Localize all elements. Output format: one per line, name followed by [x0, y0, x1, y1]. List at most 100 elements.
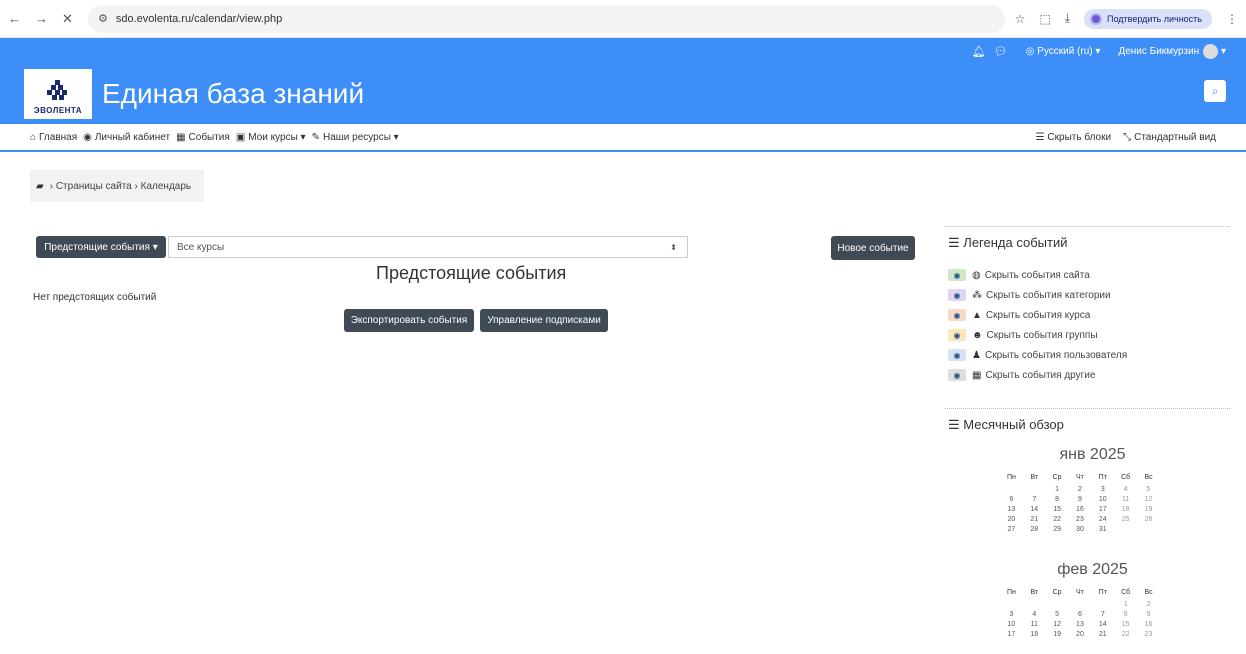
calendar-day[interactable]: 9 [1069, 494, 1092, 504]
menu-item-my-courses[interactable]: ▣ Мои курсы ▾ [236, 132, 306, 143]
calendar-day[interactable]: 3 [1091, 484, 1114, 494]
bookmark-star-icon[interactable]: ☆ [1015, 12, 1026, 26]
breadcrumb-calendar[interactable]: Календарь [141, 181, 191, 192]
export-events-button[interactable]: Экспортировать события [344, 309, 474, 332]
calendar-day[interactable]: 17 [1091, 504, 1114, 514]
calendar-day[interactable]: 12 [1137, 494, 1160, 504]
month-name[interactable]: фев 2025 [1015, 561, 1170, 579]
calendar-day[interactable]: 23 [1137, 629, 1160, 639]
eye-icon[interactable]: ◉ [948, 329, 966, 341]
calendar-day[interactable]: 31 [1091, 524, 1114, 534]
calendar-day[interactable]: 21 [1091, 629, 1114, 639]
site-info-icon[interactable]: ⚙ [98, 12, 108, 25]
calendar-day[interactable]: 24 [1091, 514, 1114, 524]
calendar-day[interactable]: 22 [1046, 514, 1069, 524]
calendar-day[interactable]: 30 [1069, 524, 1092, 534]
calendar-day[interactable]: 6 [1069, 609, 1092, 619]
eye-icon[interactable]: ◉ [948, 369, 966, 381]
forward-icon[interactable]: → [35, 11, 48, 27]
site-logo[interactable]: ЭВОЛЕНТА [24, 69, 92, 119]
calendar-day[interactable]: 15 [1114, 619, 1137, 629]
legend-item-user[interactable]: ◉ ♟ Скрыть события пользователя [948, 345, 1230, 365]
eye-icon[interactable]: ◉ [948, 269, 966, 281]
calendar-day[interactable]: 14 [1023, 504, 1046, 514]
calendar-day[interactable]: 29 [1046, 524, 1069, 534]
calendar-day[interactable]: 6 [1000, 494, 1023, 504]
calendar-day[interactable]: 3 [1000, 609, 1023, 619]
calendar-day[interactable]: 17 [1000, 629, 1023, 639]
calendar-day[interactable]: 18 [1114, 504, 1137, 514]
calendar-days: 1 2 3 4 5 6 7 8 9 10 11 12 13 14 15 16 17 18 19 20 21 22 23 [1000, 599, 1160, 639]
stop-icon[interactable]: ✕ [62, 11, 73, 27]
address-bar[interactable]: ⚙ sdo.evolenta.ru/calendar/view.php [88, 4, 1005, 33]
calendar-day[interactable]: 12 [1046, 619, 1069, 629]
calendar-day[interactable]: 19 [1046, 629, 1069, 639]
legend-item-course[interactable]: ◉ ▲ Скрыть события курса [948, 305, 1230, 325]
calendar-day[interactable]: 7 [1091, 609, 1114, 619]
calendar-day[interactable]: 18 [1023, 629, 1046, 639]
calendar-day[interactable]: 14 [1091, 619, 1114, 629]
month-name[interactable]: янв 2025 [1015, 446, 1170, 464]
calendar-day[interactable]: 11 [1114, 494, 1137, 504]
calendar-day[interactable]: 13 [1069, 619, 1092, 629]
site-title[interactable]: Единая база знаний [102, 78, 364, 110]
menu-item-home[interactable]: ⌂ Главная [30, 132, 77, 143]
calendar-day[interactable]: 16 [1069, 504, 1092, 514]
calendar-day[interactable]: 4 [1023, 609, 1046, 619]
calendar-day[interactable]: 9 [1137, 609, 1160, 619]
calendar-day[interactable]: 13 [1000, 504, 1023, 514]
manage-subscriptions-button[interactable]: Управление подписками [480, 309, 608, 332]
calendar-day[interactable]: 4 [1114, 484, 1137, 494]
back-icon[interactable]: ← [8, 11, 21, 27]
search-icon[interactable]: ⌕ [1204, 80, 1226, 102]
user-menu[interactable]: Денис Бикмурзин ▾ [1118, 43, 1226, 59]
calendar-day[interactable]: 21 [1023, 514, 1046, 524]
calendar-day[interactable]: 20 [1000, 514, 1023, 524]
messages-icon[interactable]: 💬︎ [994, 45, 1008, 58]
calendar-day[interactable]: 19 [1137, 504, 1160, 514]
breadcrumb-site-pages[interactable]: Страницы сайта [56, 181, 132, 192]
calendar-day[interactable]: 16 [1137, 619, 1160, 629]
calendar-day[interactable]: 15 [1046, 504, 1069, 514]
menu-item-events[interactable]: ▦ События [176, 132, 230, 143]
calendar-day[interactable]: 1 [1046, 484, 1069, 494]
calendar-day[interactable]: 7 [1023, 494, 1046, 504]
course-select[interactable]: Все курсы ⬍ [168, 236, 688, 258]
calendar-day[interactable]: 1 [1114, 599, 1137, 609]
calendar-day[interactable]: 2 [1137, 599, 1160, 609]
calendar-day[interactable]: 8 [1114, 609, 1137, 619]
hide-blocks-button[interactable]: ☰ Скрыть блоки [1035, 132, 1111, 143]
legend-item-site[interactable]: ◉ ◍ Скрыть события сайта [948, 265, 1230, 285]
calendar-day[interactable]: 5 [1137, 484, 1160, 494]
standard-view-button[interactable]: ⤡ Стандартный вид [1123, 132, 1216, 143]
calendar-day[interactable]: 5 [1046, 609, 1069, 619]
legend-item-group[interactable]: ◉ ☻ Скрыть события группы [948, 325, 1230, 345]
calendar-day[interactable]: 26 [1137, 514, 1160, 524]
calendar-day[interactable]: 8 [1046, 494, 1069, 504]
download-icon[interactable]: ⤓ [1065, 11, 1070, 26]
menu-item-resources[interactable]: ✎ Наши ресурсы ▾ [312, 132, 399, 143]
calendar-day[interactable]: 23 [1069, 514, 1092, 524]
calendar-day[interactable]: 20 [1069, 629, 1092, 639]
eye-icon[interactable]: ◉ [948, 309, 966, 321]
new-event-button[interactable]: Новое событие [831, 236, 915, 260]
notifications-bell-icon[interactable]: 🔔︎ [972, 45, 986, 58]
calendar-day[interactable]: 22 [1114, 629, 1137, 639]
browser-menu-icon[interactable]: ⋮ [1226, 12, 1238, 26]
verify-identity-button[interactable]: Подтвердить личность [1084, 8, 1212, 29]
calendar-day[interactable]: 28 [1023, 524, 1046, 534]
calendar-day[interactable]: 11 [1023, 619, 1046, 629]
language-menu[interactable]: ◎ Русский (ru) ▾ [1026, 46, 1101, 57]
menu-item-dashboard[interactable]: ◉ Личный кабинет [83, 132, 170, 143]
legend-item-other[interactable]: ◉ ▦ Скрыть события другие [948, 365, 1230, 385]
calendar-day[interactable]: 2 [1069, 484, 1092, 494]
calendar-day[interactable]: 10 [1091, 494, 1114, 504]
view-selector-button[interactable]: Предстоящие события ▾ [36, 236, 166, 258]
extensions-icon[interactable]: ⬚ [1039, 12, 1050, 26]
legend-item-category[interactable]: ◉ ⁂ Скрыть события категории [948, 285, 1230, 305]
eye-icon[interactable]: ◉ [948, 289, 966, 301]
calendar-day[interactable]: 27 [1000, 524, 1023, 534]
eye-icon[interactable]: ◉ [948, 349, 966, 361]
calendar-day[interactable]: 25 [1114, 514, 1137, 524]
calendar-day[interactable]: 10 [1000, 619, 1023, 629]
